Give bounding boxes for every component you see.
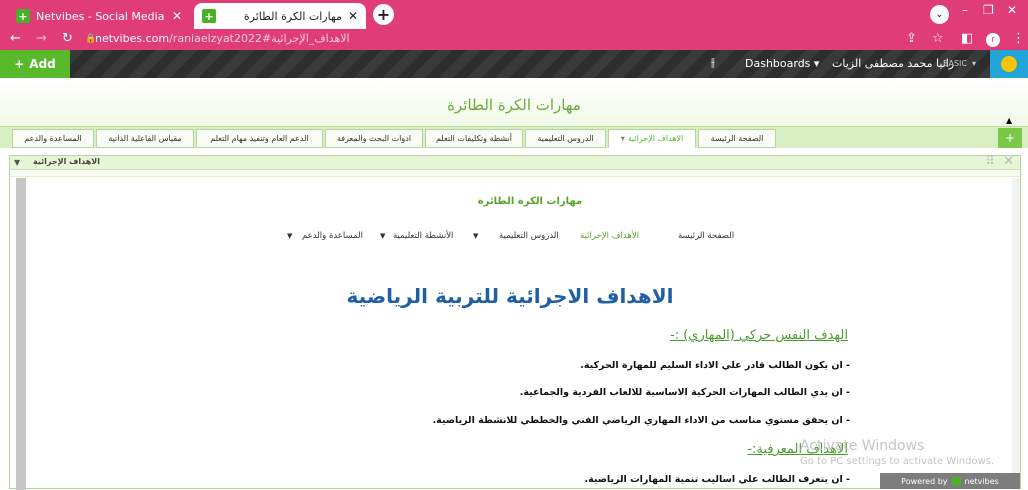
plus-icon: +: [14, 57, 25, 71]
chevron-down-icon[interactable]: ▼: [14, 158, 20, 167]
dashboard-title: مهارات الكرة الطائرة: [447, 96, 581, 114]
page-heading: الاهداف الاجرائية للتربية الرياضية: [346, 284, 674, 308]
share-icon[interactable]: ⇪: [906, 31, 917, 46]
close-window-icon[interactable]: ✕: [1007, 3, 1017, 17]
widget-title: الاهداف الإجرائية: [33, 157, 100, 166]
side-panel-icon[interactable]: ◧: [961, 31, 973, 46]
plan-badge: BASIC: [943, 59, 967, 68]
right-scrollbar[interactable]: [1012, 178, 1020, 490]
tab-help-support[interactable]: المساعدة والدعم: [12, 129, 94, 148]
dropdown-caret-icon[interactable]: ▼: [473, 232, 478, 240]
tab-activities[interactable]: أنشطة وتكليفات التعلم: [425, 129, 523, 148]
forward-icon[interactable]: →: [36, 31, 47, 46]
add-tab-button[interactable]: +: [998, 128, 1022, 148]
section-heading-psychomotor: الهدف النفس حركي (المهاري) :-: [670, 328, 848, 343]
dashboard-tab-bar: الصفحة الرئيسة ▾ الاهداف الإجرائية الدرو…: [0, 126, 1028, 148]
netvibes-toolbar: + Add ⫲ Dashboards ▾ رانيا محمد مصطفى ال…: [0, 50, 1028, 78]
reload-icon[interactable]: ↻: [62, 31, 73, 46]
user-name[interactable]: رانيا محمد مصطفى الزيات: [832, 57, 954, 70]
url-field[interactable]: netvibes.com/raniaelzyat2022#الاهداف_الإ…: [95, 32, 350, 45]
back-icon[interactable]: ←: [10, 31, 21, 46]
dashboards-menu[interactable]: Dashboards ▾: [745, 57, 819, 70]
browser-tab-active[interactable]: + مهارات الكرة الطائرة ✕: [194, 3, 366, 29]
add-button[interactable]: + Add: [0, 50, 70, 78]
objective-item: - ان يتعرف الطالب علي اساليب تنمية المها…: [584, 474, 851, 485]
tab-title: مهارات الكرة الطائرة: [243, 9, 342, 23]
netvibes-favicon-icon: [951, 476, 961, 486]
powered-brand: netvibes: [964, 476, 999, 486]
activate-windows-subtitle: Go to PC settings to activate Windows.: [800, 456, 995, 467]
activate-windows-title: Activate Windows: [800, 438, 925, 454]
menu-activities[interactable]: الأنشطة التعليمية: [393, 231, 453, 241]
left-scrollbar-thumb[interactable]: [16, 178, 26, 490]
tab-label: الاهداف الإجرائية: [627, 134, 684, 143]
powered-by-label: Powered by: [901, 476, 948, 486]
netvibes-favicon-icon: +: [16, 9, 30, 23]
objective-item: - ان يكون الطالب قادر علي الاداء السليم …: [580, 360, 850, 371]
menu-help[interactable]: المساعدة والدعم: [302, 231, 363, 241]
close-icon[interactable]: ✕: [172, 9, 182, 23]
add-label: Add: [29, 57, 56, 71]
menu-lessons[interactable]: الدروس التعليمية: [499, 231, 559, 241]
widget-subbar: [10, 171, 1020, 177]
tab-general-support[interactable]: الدعم العام وتنفيذ مهام التعلم: [196, 129, 323, 148]
restore-icon[interactable]: ❐: [983, 3, 994, 17]
customize-sliders-icon[interactable]: ⫲: [711, 55, 715, 70]
widget-header: ▼ الاهداف الإجرائية ⠿ ✕: [10, 154, 1020, 170]
close-icon[interactable]: ✕: [1003, 154, 1014, 169]
netvibes-logo-icon[interactable]: [990, 50, 1028, 78]
dropdown-caret-icon[interactable]: ▼: [287, 232, 292, 240]
new-tab-button[interactable]: +: [373, 4, 394, 25]
objective-item: - ان يدي الطالب المهارات الحركية الاساسي…: [519, 387, 850, 398]
tab-title: Netvibes - Social Media Monitor: [36, 9, 166, 23]
dropdown-caret-icon[interactable]: ▼: [380, 232, 385, 240]
tab-lessons[interactable]: الدروس التعليمية: [525, 129, 606, 148]
chevron-down-icon[interactable]: ▾: [621, 134, 625, 143]
menu-objectives[interactable]: الأهداف الإجرائية: [580, 231, 639, 241]
chevron-down-icon[interactable]: ⌄: [930, 5, 949, 24]
browser-tab-strip: + Netvibes - Social Media Monitor ✕ + مه…: [0, 0, 1028, 29]
tab-home[interactable]: الصفحة الرئيسة: [698, 129, 776, 148]
grid-icon[interactable]: ⠿: [985, 154, 995, 169]
url-host: netvibes.com: [95, 32, 170, 45]
menu-kebab-icon[interactable]: ⋮: [1012, 31, 1025, 46]
dashboards-label: Dashboards: [745, 57, 811, 70]
address-bar: ← → ↻ 🔒 netvibes.com/raniaelzyat2022#الا…: [0, 29, 1028, 50]
chevron-down-icon[interactable]: ▾: [972, 59, 976, 68]
site-title: مهارات الكرة الطائرة: [477, 196, 583, 207]
tab-self-efficacy[interactable]: مقياس الفاعلية الذاتية: [96, 129, 194, 148]
objective-item: - ان يحقق مستوي مناسب من الاداء المهاري …: [432, 415, 850, 426]
url-path: /raniaelzyat2022#الاهداف_الإجرائية: [169, 32, 350, 45]
tab-objectives[interactable]: ▾ الاهداف الإجرائية: [608, 129, 696, 148]
profile-avatar[interactable]: r: [986, 33, 1000, 47]
browser-tab-netvibes[interactable]: + Netvibes - Social Media Monitor ✕: [8, 3, 190, 29]
menu-home[interactable]: الصفحة الرئيسة: [678, 231, 734, 241]
bookmark-star-icon[interactable]: ☆: [932, 31, 944, 46]
collapse-up-icon[interactable]: ▲: [1006, 116, 1012, 125]
widget-controls: ⠿ ✕: [985, 154, 1014, 169]
powered-by-badge[interactable]: Powered by netvibes: [880, 473, 1020, 489]
minimize-icon[interactable]: –: [962, 3, 968, 17]
netvibes-favicon-icon: +: [202, 9, 216, 23]
tab-research-tools[interactable]: ادوات البحث والمعرفة: [325, 129, 423, 148]
close-icon[interactable]: ✕: [348, 9, 358, 23]
